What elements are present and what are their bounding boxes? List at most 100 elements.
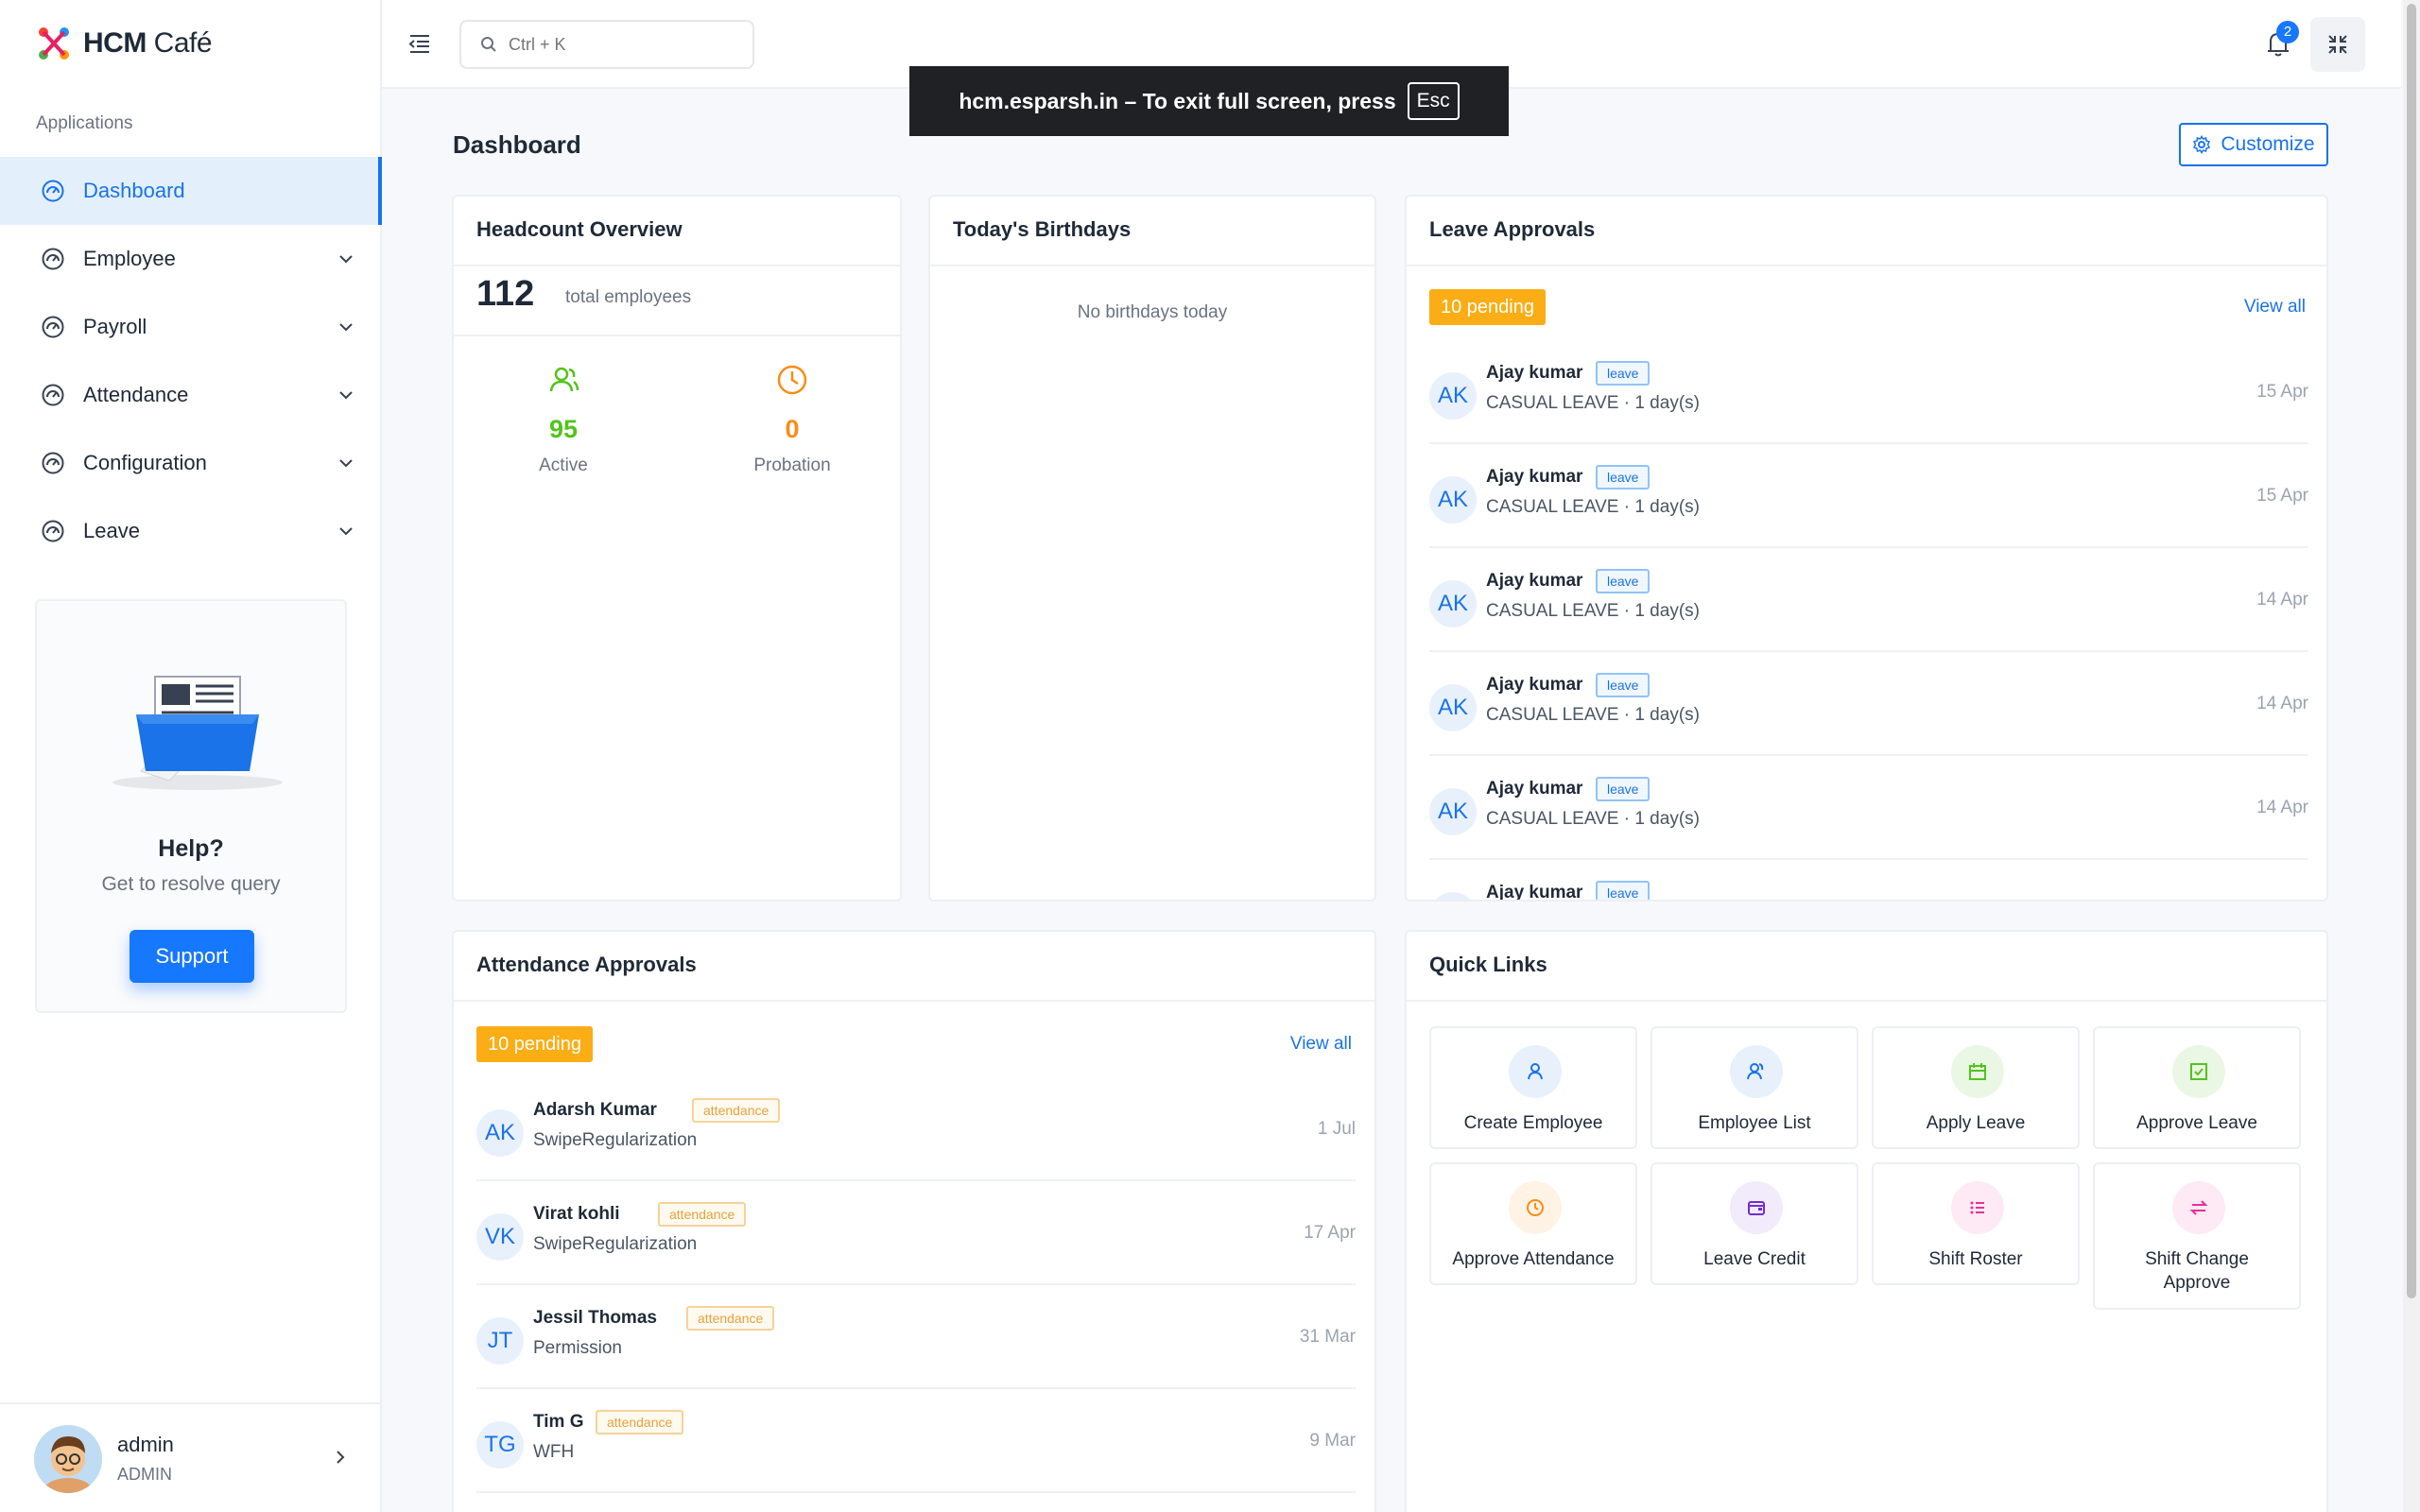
type-tag: leave — [1596, 569, 1651, 593]
attendance-approvals-card: Attendance Approvals 10 pending View all… — [452, 930, 1376, 1512]
quick-link-approve-attendance[interactable]: Approve Attendance — [1429, 1162, 1637, 1285]
view-all-link[interactable]: View all — [2244, 297, 2306, 318]
employee-name: Ajay kumar — [1486, 363, 1583, 383]
employee-name: Jessil Thomas — [533, 1308, 657, 1328]
quick-link-leave-credit[interactable]: Leave Credit — [1651, 1162, 1858, 1285]
employee-name: Tim G — [533, 1412, 584, 1432]
avatar: AK — [1429, 684, 1477, 731]
search-box[interactable] — [459, 20, 754, 69]
search-input[interactable] — [509, 34, 735, 55]
help-title: Help? — [158, 835, 224, 862]
employee-name: Adarsh Kumar — [533, 1100, 657, 1120]
user-add-icon — [1509, 1045, 1562, 1098]
leave-detail: CASUAL LEAVE · 1 day(s) — [1486, 393, 1700, 413]
support-button[interactable]: Support — [130, 930, 254, 983]
app-name: HCM Café — [83, 27, 213, 59]
avatar: VK — [476, 1213, 524, 1261]
chevron-down-icon — [339, 255, 353, 264]
chevron-down-icon — [339, 527, 353, 536]
quick-link-label: Approve Leave — [2136, 1113, 2257, 1133]
divider — [930, 265, 1374, 266]
dashboard-icon — [40, 178, 66, 204]
request-date: 14 Apr — [2256, 590, 2308, 610]
employee-name: Ajay kumar — [1486, 675, 1583, 695]
list-item[interactable]: AK Ajay kumar leave CASUAL LEAVE · 1 day… — [1429, 444, 2308, 548]
employee-name: Ajay kumar — [1486, 883, 1583, 902]
exit-fullscreen-button[interactable] — [2310, 17, 2365, 72]
card-title: Quick Links — [1429, 953, 1547, 976]
active-label: Active — [539, 455, 588, 475]
type-tag: attendance — [686, 1306, 775, 1331]
esc-key: Esc — [1407, 82, 1460, 120]
quick-link-create-employee[interactable]: Create Employee — [1429, 1026, 1637, 1149]
request-type: WFH — [533, 1442, 575, 1462]
avatar: JT — [476, 1317, 524, 1365]
list-item[interactable]: AK Ajay kumar leave — [1429, 860, 2308, 902]
list-item[interactable]: AK Ajay kumar leave CASUAL LEAVE · 1 day… — [1429, 548, 2308, 652]
list-item[interactable]: AK Ajay kumar leave CASUAL LEAVE · 1 day… — [1429, 756, 2308, 860]
page-title: Dashboard — [453, 130, 581, 159]
sidebar-item-leave[interactable]: Leave — [0, 497, 382, 565]
quick-link-shift-roster[interactable]: Shift Roster — [1872, 1162, 2080, 1285]
gear-icon — [2193, 135, 2211, 154]
user-role: ADMIN — [117, 1465, 172, 1484]
customize-label: Customize — [2221, 133, 2315, 155]
leave-detail: CASUAL LEAVE · 1 day(s) — [1486, 601, 1700, 621]
quick-links-card: Quick Links Create Employee Employee Lis… — [1405, 930, 2328, 1512]
type-tag: leave — [1596, 881, 1651, 900]
avatar: AK — [1429, 892, 1477, 900]
sidebar-item-configuration[interactable]: Configuration — [0, 429, 382, 497]
divider — [454, 335, 900, 336]
quick-link-employee-list[interactable]: Employee List — [1651, 1026, 1858, 1149]
customize-button[interactable]: Customize — [2179, 123, 2328, 166]
menu-fold-icon[interactable] — [406, 30, 433, 57]
scrollbar-thumb[interactable] — [2407, 4, 2416, 1298]
divider — [454, 265, 900, 266]
sidebar: HCM Café Applications Dashboard Employee… — [0, 0, 382, 1512]
leave-detail: CASUAL LEAVE · 1 day(s) — [1486, 809, 1700, 829]
divider — [1407, 1000, 2326, 1002]
app-logo[interactable]: HCM Café — [34, 23, 213, 64]
chevron-right-icon[interactable] — [331, 1448, 350, 1467]
leave-approvals-card: Leave Approvals 10 pending View all AK A… — [1405, 195, 2328, 902]
request-date: 1 Jul — [1317, 1119, 1356, 1139]
chevron-down-icon — [339, 459, 353, 468]
list-item[interactable]: AK Adarsh Kumar attendance SwipeRegulari… — [476, 1077, 1356, 1181]
quick-link-label: Leave Credit — [1703, 1249, 1806, 1269]
sidebar-item-dashboard[interactable]: Dashboard — [0, 157, 382, 225]
divider — [1407, 265, 2326, 266]
view-all-link[interactable]: View all — [1290, 1034, 1352, 1055]
sidebar-item-attendance[interactable]: Attendance — [0, 361, 382, 429]
sidebar-item-employee[interactable]: Employee — [0, 225, 382, 293]
pending-badge: 10 pending — [1429, 289, 1546, 325]
wallet-icon — [1730, 1181, 1783, 1234]
logo-icon — [39, 27, 69, 60]
list-item[interactable]: JT Jessil Thomas attendance Permission 3… — [476, 1285, 1356, 1389]
user-profile[interactable]: admin ADMIN — [0, 1402, 382, 1512]
dashboard-icon — [40, 518, 66, 544]
quick-link-shift-change-approve[interactable]: Shift Change Approve — [2093, 1162, 2301, 1310]
list-item[interactable]: TG Tim G attendance WFH 9 Mar — [476, 1389, 1356, 1493]
dashboard-icon — [40, 314, 66, 340]
list-item[interactable]: AK Ajay kumar leave CASUAL LEAVE · 1 day… — [1429, 340, 2308, 444]
avatar: TG — [476, 1421, 524, 1469]
quick-link-apply-leave[interactable]: Apply Leave — [1872, 1026, 2080, 1149]
avatar[interactable] — [34, 1425, 102, 1493]
list-item[interactable]: VK Virat kohli attendance SwipeRegulariz… — [476, 1181, 1356, 1285]
request-date: 15 Apr — [2256, 382, 2308, 402]
request-type: SwipeRegularization — [533, 1130, 698, 1150]
documents-illustration-icon — [112, 676, 283, 790]
chevron-down-icon — [339, 391, 353, 400]
total-employees-count: 112 — [476, 274, 535, 314]
request-date: 9 Mar — [1309, 1431, 1356, 1451]
headcount-card: Headcount Overview 112 total employees 9… — [452, 195, 902, 902]
active-stat: 95 Active — [469, 363, 658, 476]
quick-link-approve-leave[interactable]: Approve Leave — [2093, 1026, 2301, 1149]
request-date: 17 Apr — [1304, 1223, 1356, 1243]
sidebar-item-label: Leave — [83, 519, 140, 542]
notification-badge: 2 — [2276, 21, 2299, 43]
list-item[interactable]: AK Ajay kumar leave CASUAL LEAVE · 1 day… — [1429, 652, 2308, 756]
page-scrollbar[interactable] — [2403, 0, 2420, 1512]
sidebar-item-payroll[interactable]: Payroll — [0, 293, 382, 361]
card-title: Leave Approvals — [1429, 217, 1596, 241]
